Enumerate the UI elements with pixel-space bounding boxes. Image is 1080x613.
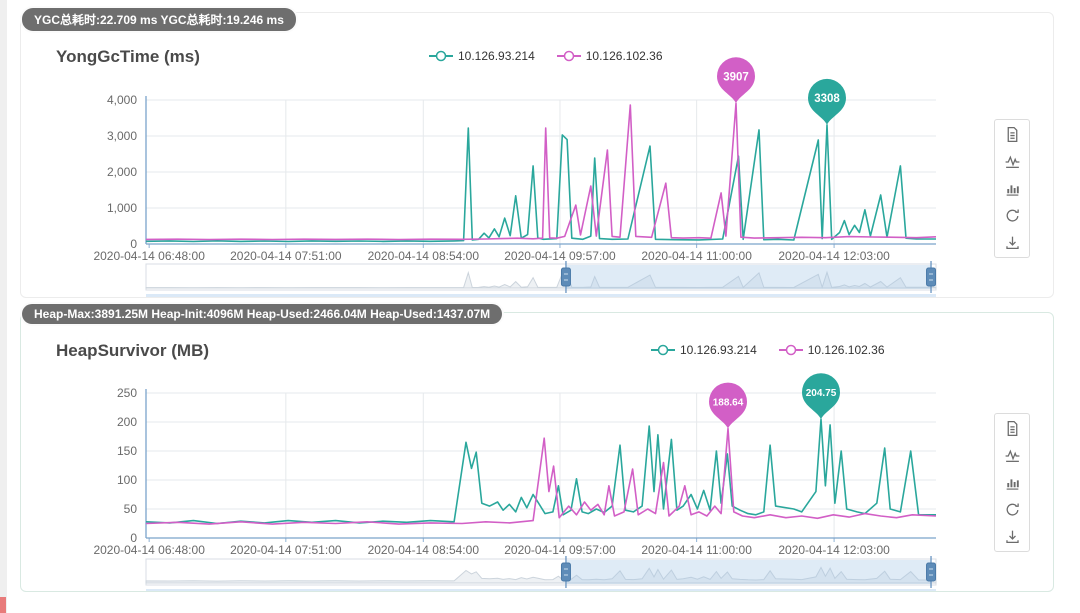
- x-axis-tick-label: 2020-04-14 09:57:00: [504, 249, 616, 263]
- datazoom-selected-region[interactable]: [565, 265, 932, 289]
- bar-chart-icon[interactable]: [1004, 474, 1021, 491]
- x-axis-tick-label: 2020-04-14 08:54:00: [368, 249, 480, 263]
- restore-icon[interactable]: [1004, 501, 1021, 518]
- series-line: [145, 418, 936, 525]
- mark-point-value: 3907: [723, 71, 749, 83]
- data-view-icon[interactable]: [1004, 126, 1021, 143]
- series-line: [145, 124, 936, 243]
- datazoom-slider[interactable]: [145, 556, 937, 588]
- datazoom-handle[interactable]: [926, 562, 937, 582]
- x-axis-tick-label: 2020-04-14 06:48:00: [93, 543, 205, 557]
- page-left-edge: [0, 0, 7, 613]
- datazoom-selected-region[interactable]: [565, 560, 932, 584]
- mark-point-value: 188.64: [713, 398, 744, 409]
- mark-point-pin: 3308: [808, 78, 846, 125]
- gc-monitor-dashboard: YGC总耗时:22.709 ms YGC总耗时:19.246 ms Heap-M…: [0, 0, 1080, 613]
- x-axis-tick-label: 2020-04-14 11:00:00: [641, 249, 752, 263]
- yonggctime-panel: YongGcTime (ms) 10.126.93.214 10.126.102.…: [20, 12, 1054, 298]
- datazoom-handle[interactable]: [926, 267, 937, 287]
- datazoom-handle[interactable]: [560, 267, 571, 287]
- x-axis-tick-label: 2020-04-14 06:48:00: [93, 249, 205, 263]
- x-axis-tick-label: 2020-04-14 07:51:00: [230, 249, 342, 263]
- data-view-icon[interactable]: [1004, 420, 1021, 437]
- mark-point-value: 3308: [814, 93, 840, 105]
- heapsurvivor-line-chart[interactable]: 0501001502002502020-04-14 06:48:00 2020-0…: [21, 313, 1053, 591]
- line-chart-icon[interactable]: [1004, 153, 1021, 170]
- corner-decoration: [0, 597, 6, 613]
- y-axis-tick-label: 100: [117, 473, 137, 487]
- restore-icon[interactable]: [1004, 207, 1021, 224]
- line-chart-icon[interactable]: [1004, 447, 1021, 464]
- scroll-strip: [146, 589, 936, 591]
- scroll-strip: [146, 294, 936, 297]
- chart-toolbox: [994, 119, 1030, 258]
- series-line: [145, 102, 937, 241]
- y-axis-tick-label: 3,000: [107, 129, 137, 143]
- chart-toolbox: [994, 413, 1030, 552]
- heap-summary-badge: Heap-Max:3891.25M Heap-Init:4096M Heap-U…: [22, 304, 503, 324]
- x-axis-tick-label: 2020-04-14 12:03:00: [778, 543, 890, 557]
- x-axis-tick-label: 2020-04-14 09:57:00: [504, 543, 616, 557]
- y-axis-tick-label: 200: [117, 415, 137, 429]
- y-axis-tick-label: 4,000: [107, 93, 137, 107]
- heapsurvivor-panel: HeapSurvivor (MB) 10.126.93.214 10.126.10…: [20, 312, 1054, 592]
- save-image-icon[interactable]: [1004, 234, 1021, 251]
- yonggctime-line-chart[interactable]: 01,0002,0003,0004,0002020-04-14 06:48:00…: [21, 13, 1053, 297]
- ygc-total-time-badge: YGC总耗时:22.709 ms YGC总耗时:19.246 ms: [22, 8, 296, 31]
- bar-chart-icon[interactable]: [1004, 180, 1021, 197]
- y-axis-tick-label: 1,000: [107, 201, 137, 215]
- y-axis-tick-label: 150: [117, 444, 137, 458]
- x-axis-tick-label: 2020-04-14 11:00:00: [641, 543, 752, 557]
- x-axis-tick-label: 2020-04-14 12:03:00: [778, 249, 890, 263]
- datazoom-handle[interactable]: [560, 562, 571, 582]
- y-axis-tick-label: 250: [117, 386, 137, 400]
- y-axis-tick-label: 50: [124, 502, 138, 516]
- mark-point-value: 204.75: [806, 388, 837, 399]
- x-axis-tick-label: 2020-04-14 07:51:00: [230, 543, 342, 557]
- y-axis-tick-label: 2,000: [107, 165, 137, 179]
- datazoom-slider[interactable]: [145, 261, 937, 293]
- save-image-icon[interactable]: [1004, 528, 1021, 545]
- x-axis-tick-label: 2020-04-14 08:54:00: [368, 543, 480, 557]
- mark-point-pin: 3907: [717, 57, 755, 104]
